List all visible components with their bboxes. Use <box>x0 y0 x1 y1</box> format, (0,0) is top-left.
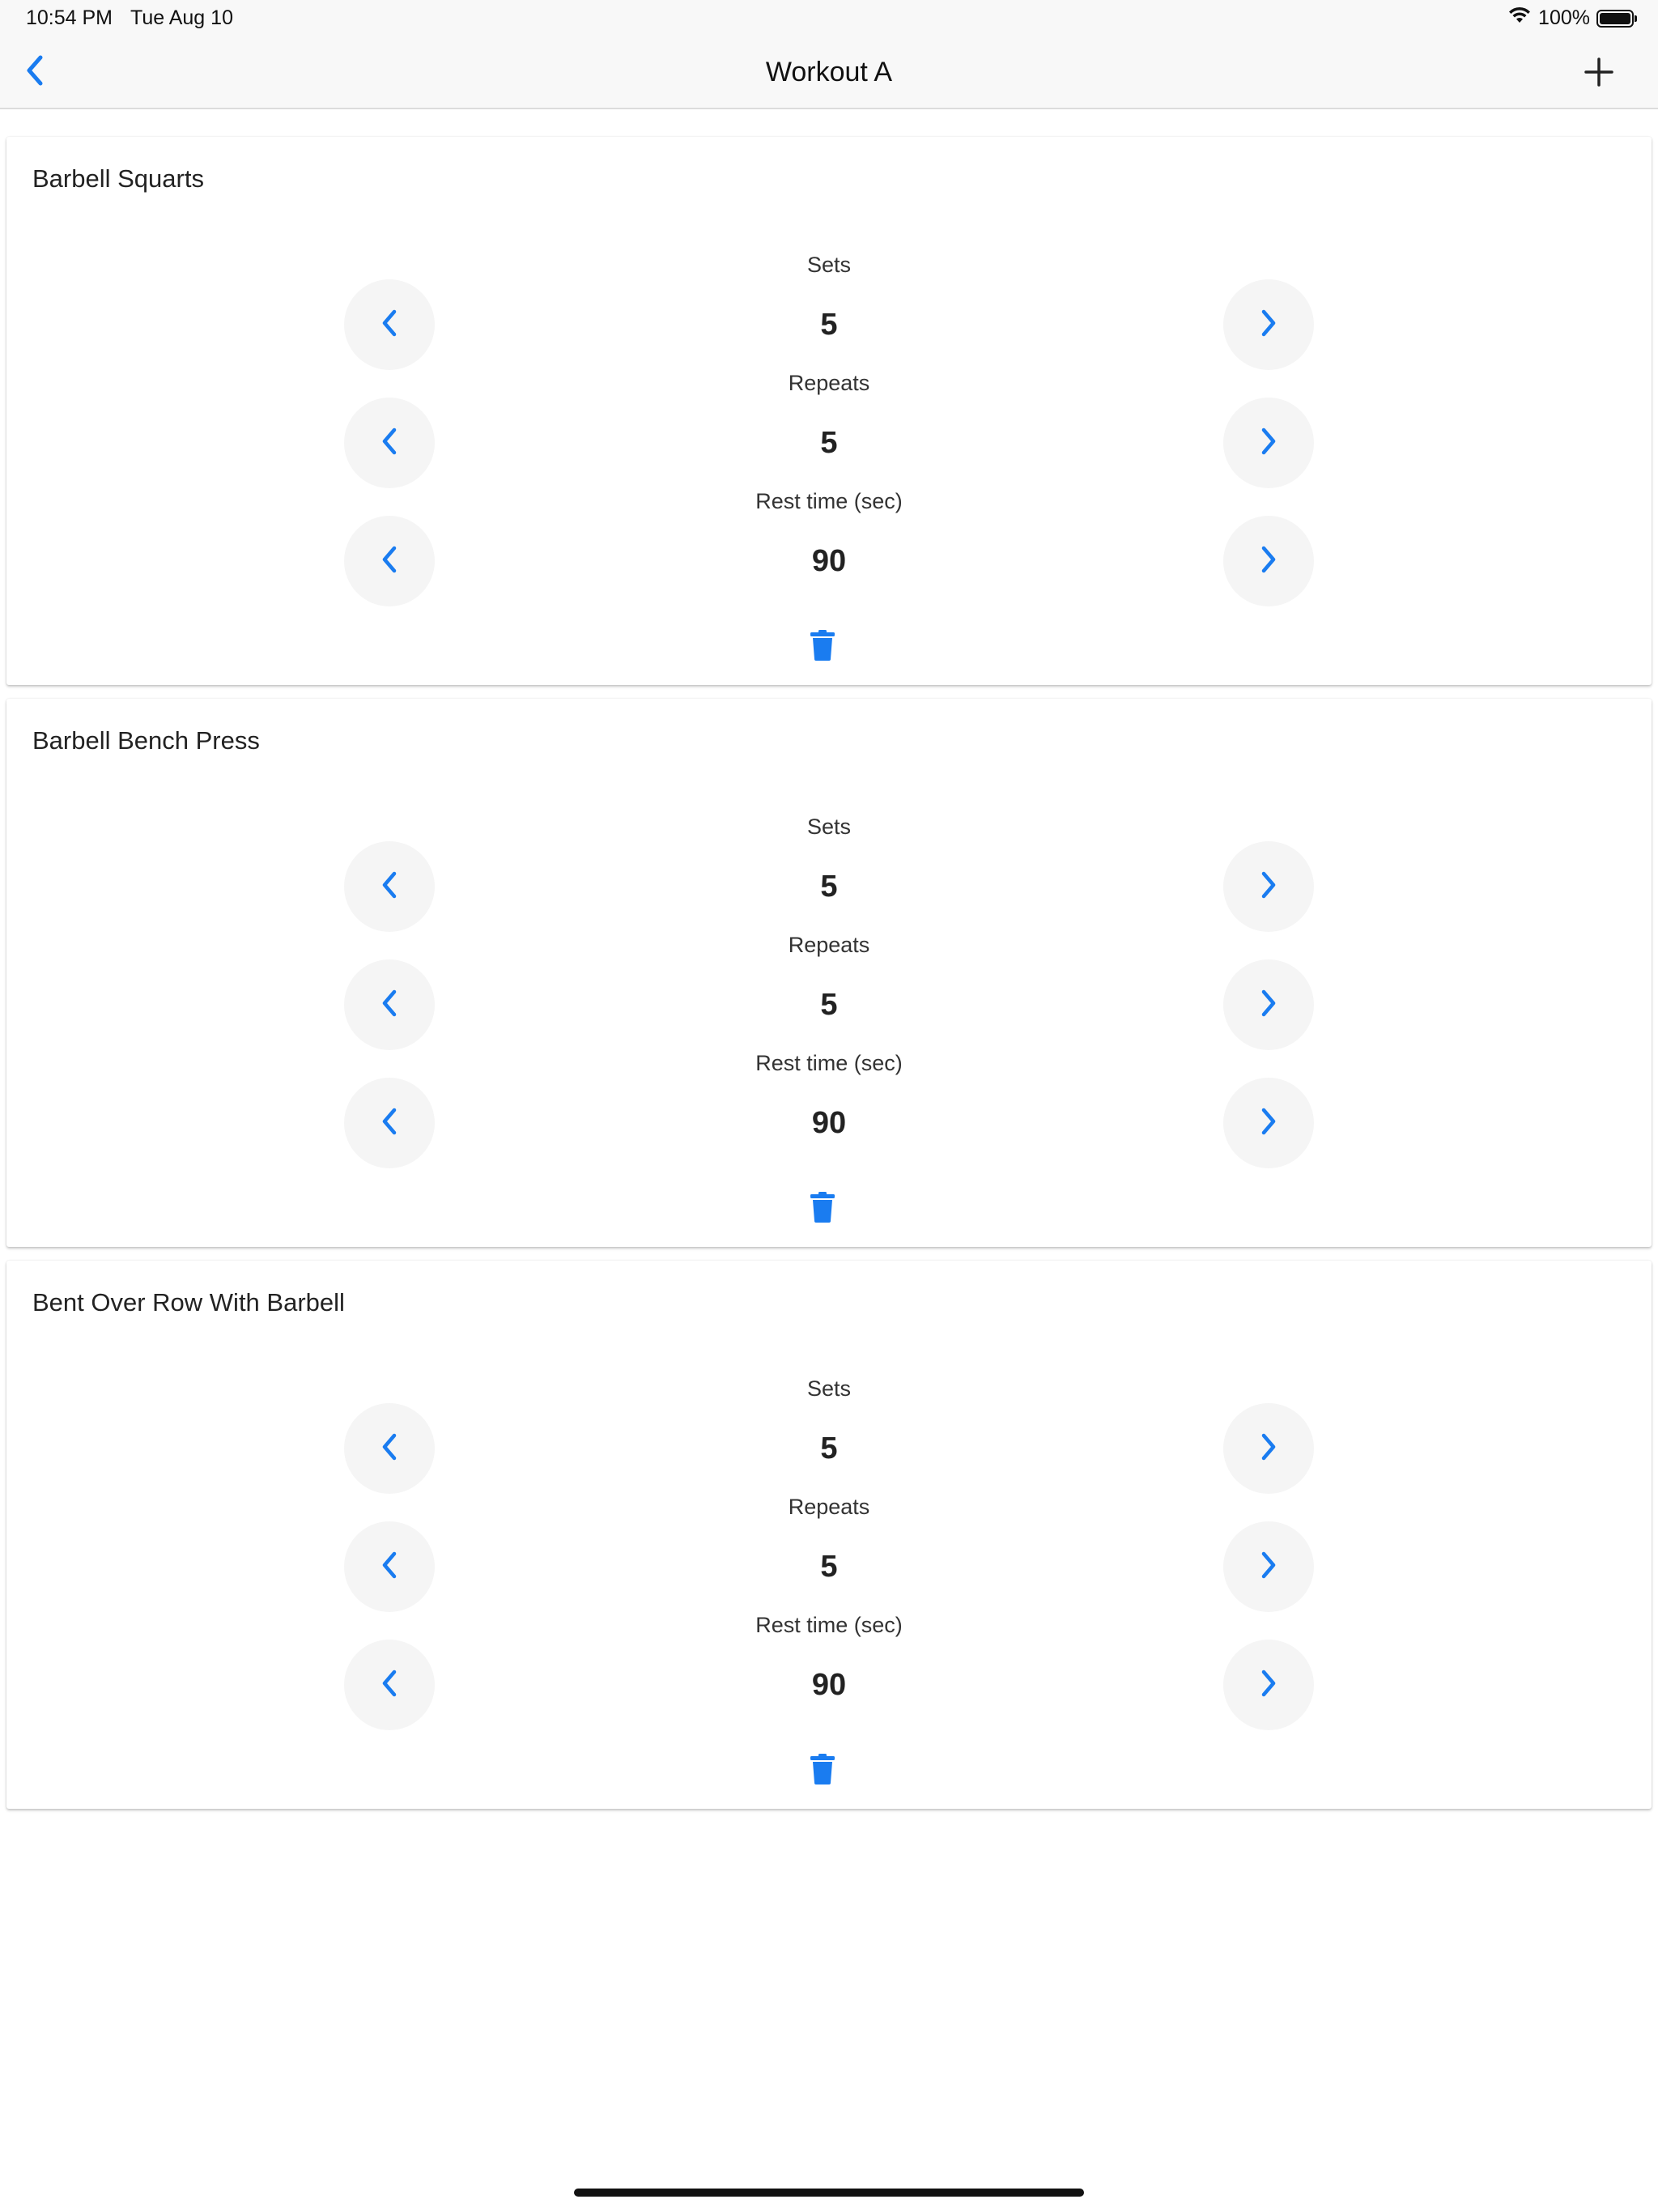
exercise-name: Barbell Bench Press <box>32 726 260 755</box>
status-time: 10:54 PM <box>26 6 113 29</box>
repeats-value: 5 <box>820 988 838 1022</box>
rest-time-value: 90 <box>811 1106 847 1140</box>
page-title: Workout A <box>765 57 893 87</box>
sets-value: 5 <box>820 1431 838 1465</box>
rest-time-value: 90 <box>811 544 847 578</box>
sets-increment-button[interactable] <box>1223 841 1314 932</box>
chevron-right-icon <box>1258 543 1279 580</box>
battery-icon <box>1596 9 1637 28</box>
repeats-label: Repeats <box>788 1495 870 1519</box>
delete-exercise-button[interactable] <box>808 1191 837 1227</box>
status-bar: 10:54 PM Tue Aug 10 100% <box>0 0 1658 39</box>
repeats-label: Repeats <box>788 933 870 957</box>
sets-increment-button[interactable] <box>1223 279 1314 370</box>
sets-label: Sets <box>806 1376 852 1401</box>
exercise-card: Bent Over Row With Barbell Sets 5 Repeat… <box>6 1261 1652 1809</box>
exercise-card: Barbell Bench Press Sets 5 Repeats 5 Res… <box>6 699 1652 1247</box>
sets-value: 5 <box>820 308 838 342</box>
repeats-increment-button[interactable] <box>1223 959 1314 1050</box>
add-exercise-button[interactable] <box>1580 55 1618 92</box>
delete-exercise-button[interactable] <box>808 629 837 665</box>
battery-percentage: 100% <box>1538 6 1590 29</box>
navigation-bar: Workout A <box>0 39 1658 109</box>
trash-icon <box>810 1191 835 1227</box>
chevron-right-icon <box>1258 1549 1279 1585</box>
chevron-right-icon <box>1258 307 1279 343</box>
repeats-value: 5 <box>820 426 838 460</box>
exercise-card: Barbell Squarts Sets 5 Repeats 5 Rest ti… <box>6 137 1652 685</box>
rest-time-increment-button[interactable] <box>1223 1640 1314 1730</box>
rest-time-label: Rest time (sec) <box>755 489 903 513</box>
status-time-date: 10:54 PM Tue Aug 10 <box>26 6 233 30</box>
chevron-right-icon <box>1258 1667 1279 1704</box>
rest-time-value: 90 <box>811 1668 847 1702</box>
plus-icon <box>1584 57 1614 91</box>
rest-time-label: Rest time (sec) <box>755 1613 903 1637</box>
status-date: Tue Aug 10 <box>130 6 233 29</box>
chevron-right-icon <box>1258 869 1279 905</box>
chevron-right-icon <box>1258 1105 1279 1142</box>
trash-icon <box>810 629 835 665</box>
repeats-increment-button[interactable] <box>1223 1521 1314 1612</box>
chevron-right-icon <box>1258 1431 1279 1467</box>
repeats-value: 5 <box>820 1550 838 1584</box>
sets-increment-button[interactable] <box>1223 1403 1314 1494</box>
home-indicator[interactable] <box>574 2189 1084 2197</box>
delete-exercise-button[interactable] <box>808 1753 837 1789</box>
exercise-name: Bent Over Row With Barbell <box>32 1288 345 1317</box>
chevron-right-icon <box>1258 425 1279 462</box>
rest-time-label: Rest time (sec) <box>755 1051 903 1075</box>
rest-time-increment-button[interactable] <box>1223 1078 1314 1168</box>
sets-label: Sets <box>806 815 852 839</box>
exercise-name: Barbell Squarts <box>32 164 204 193</box>
wifi-icon <box>1507 6 1532 30</box>
repeats-label: Repeats <box>788 371 870 395</box>
status-indicators: 100% <box>1507 6 1637 30</box>
chevron-right-icon <box>1258 987 1279 1023</box>
rest-time-increment-button[interactable] <box>1223 516 1314 606</box>
repeats-increment-button[interactable] <box>1223 398 1314 488</box>
sets-label: Sets <box>806 253 852 277</box>
trash-icon <box>810 1753 835 1789</box>
sets-value: 5 <box>820 870 838 904</box>
